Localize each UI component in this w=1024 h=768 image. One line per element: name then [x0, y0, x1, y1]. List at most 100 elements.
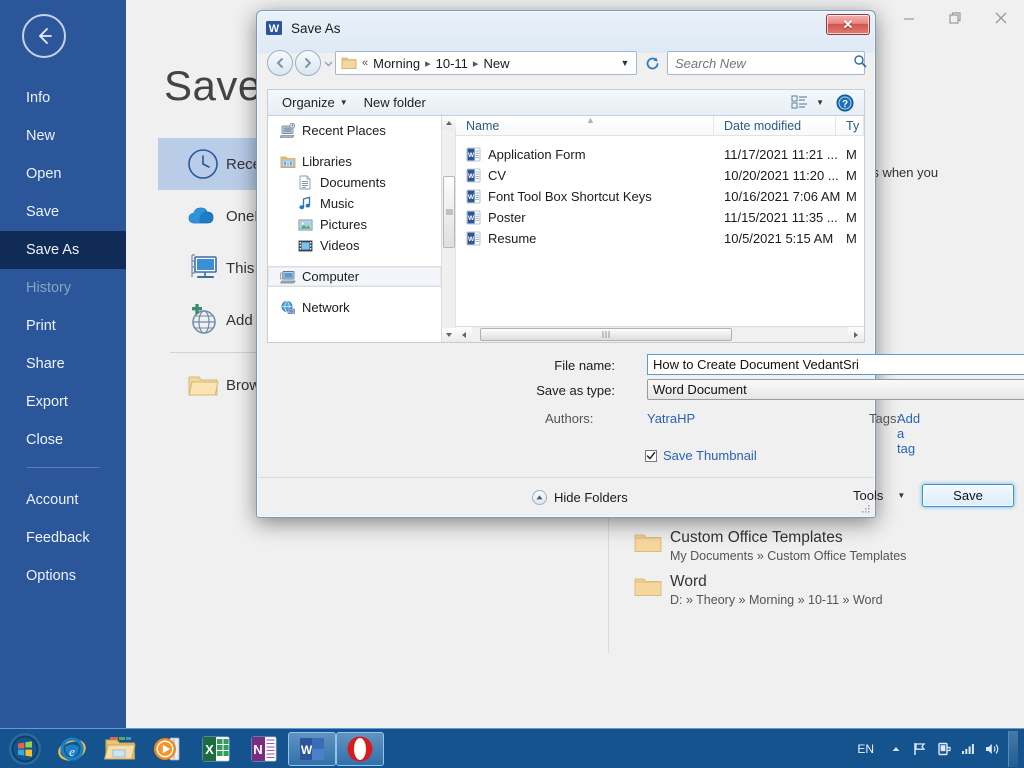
search-input[interactable] — [675, 55, 853, 71]
table-row[interactable]: W Font Tool Box Shortcut Keys 10/16/2021… — [456, 186, 864, 207]
close-button[interactable] — [978, 3, 1024, 33]
nav-item-pictures[interactable]: Pictures — [268, 214, 441, 235]
word-doc-icon: W — [466, 189, 488, 204]
media-player-icon[interactable] — [144, 730, 192, 768]
power-icon[interactable] — [932, 734, 956, 764]
scroll-right-arrow[interactable] — [848, 327, 864, 342]
chevron-down-icon[interactable] — [321, 59, 335, 68]
file-name-input[interactable] — [653, 357, 1024, 372]
svg-text:W: W — [468, 152, 475, 159]
chevron-up-icon[interactable] — [884, 734, 908, 764]
refresh-icon[interactable] — [641, 51, 663, 75]
close-icon[interactable]: ✕ — [826, 14, 870, 35]
network-icon[interactable] — [956, 734, 980, 764]
save-thumbnail-checkbox[interactable]: Save Thumbnail — [645, 448, 757, 463]
authors-value[interactable]: YatraHP — [647, 411, 695, 426]
save-as-type-select[interactable]: Word Document ▼ — [647, 379, 1024, 400]
folder-icon — [180, 371, 226, 399]
backstage-item-open[interactable]: Open — [0, 155, 126, 193]
file-explorer-icon[interactable] — [96, 730, 144, 768]
forward-arrow-icon[interactable] — [295, 50, 321, 76]
backstage-item-save-as[interactable]: Save As — [0, 231, 126, 269]
nav-item-documents[interactable]: Documents — [268, 172, 441, 193]
column-name[interactable]: Name — [456, 116, 714, 135]
nav-item-videos[interactable]: Videos — [268, 235, 441, 256]
show-desktop-button[interactable] — [1008, 730, 1018, 767]
file-name: CV — [488, 168, 507, 183]
table-row[interactable]: W CV 10/20/2021 11:20 ... M — [456, 165, 864, 186]
internet-explorer-icon[interactable]: e — [48, 730, 96, 768]
backstage-item-close[interactable]: Close — [0, 421, 126, 459]
file-name-field[interactable]: ▼ — [647, 354, 1024, 375]
minimize-button[interactable] — [886, 3, 932, 33]
nav-item-libraries[interactable]: Libraries — [268, 151, 441, 172]
view-layout-icon[interactable] — [791, 95, 808, 110]
search-icon[interactable] — [853, 54, 867, 73]
scroll-left-arrow[interactable] — [456, 327, 472, 342]
back-arrow-icon[interactable] — [267, 50, 293, 76]
breadcrumb-10-11[interactable]: 10-11 — [433, 56, 471, 71]
breadcrumb-new[interactable]: New — [480, 56, 512, 71]
column-type[interactable]: Ty — [836, 116, 864, 135]
table-row[interactable]: W Poster 11/15/2021 11:35 ... M — [456, 207, 864, 228]
volume-icon[interactable] — [980, 734, 1004, 764]
chevron-down-icon[interactable]: ▼ — [617, 58, 633, 68]
nav-item-network[interactable]: Network — [268, 297, 441, 318]
backstage-item-print[interactable]: Print — [0, 307, 126, 345]
nav-item-recent-places[interactable]: Recent Places — [268, 120, 441, 141]
help-icon[interactable]: ? — [836, 94, 854, 112]
checkbox-box[interactable] — [645, 449, 657, 462]
breadcrumb-morning[interactable]: Morning — [370, 56, 423, 71]
backstage-item-options[interactable]: Options — [0, 557, 126, 595]
back-arrow-icon[interactable] — [22, 14, 66, 58]
nav-item-computer[interactable]: Computer — [268, 266, 441, 287]
horizontal-scrollbar[interactable] — [456, 326, 864, 342]
word-window-controls — [864, 0, 1024, 36]
tags-value[interactable]: Add a tag — [897, 411, 920, 456]
dialog-titlebar[interactable]: W Save As ✕ — [257, 11, 875, 45]
address-bar[interactable]: « Morning ▸ 10-11 ▸ New ▼ — [335, 51, 637, 75]
menu-label: Save — [26, 204, 60, 220]
flag-icon[interactable] — [908, 734, 932, 764]
backstage-item-account[interactable]: Account — [0, 481, 126, 519]
language-indicator[interactable]: EN — [847, 742, 884, 756]
navigation-scrollbar[interactable] — [441, 116, 456, 342]
svg-text:?: ? — [842, 99, 848, 110]
nav-item-music[interactable]: Music — [268, 193, 441, 214]
excel-icon[interactable]: X — [192, 730, 240, 768]
chevron-down-icon[interactable]: ▼ — [816, 98, 824, 107]
backstage-item-info[interactable]: Info — [0, 79, 126, 117]
dialog-toolbar: Organize ▼ New folder ▼ ? — [267, 89, 865, 115]
backstage-item-new[interactable]: New — [0, 117, 126, 155]
file-date: 10/16/2021 7:06 AM — [724, 189, 841, 204]
backstage-item-feedback[interactable]: Feedback — [0, 519, 126, 557]
table-row[interactable]: W Resume 10/5/2021 5:15 AM M — [456, 228, 864, 249]
new-folder-button[interactable]: New folder — [356, 95, 434, 110]
search-box[interactable] — [667, 51, 867, 75]
scroll-down-arrow[interactable] — [442, 328, 456, 342]
resize-grip[interactable] — [859, 502, 871, 514]
nav-label: Videos — [320, 238, 360, 253]
backstage-item-export[interactable]: Export — [0, 383, 126, 421]
table-row[interactable]: W Application Form 11/17/2021 11:21 ... … — [456, 144, 864, 165]
recent-folder-row[interactable]: Word D: » Theory » Morning » 10-11 » Wor… — [634, 572, 883, 609]
save-button[interactable]: Save — [922, 484, 1014, 507]
tools-button[interactable]: Tools ▼ — [853, 488, 905, 503]
scroll-up-arrow[interactable] — [442, 116, 456, 130]
opera-icon[interactable] — [336, 731, 384, 766]
column-date-modified[interactable]: Date modified — [714, 116, 836, 135]
restore-button[interactable] — [932, 3, 978, 33]
organize-button[interactable]: Organize ▼ — [274, 95, 356, 110]
word-icon[interactable]: W — [288, 731, 336, 766]
hide-folders-button[interactable]: Hide Folders — [532, 490, 628, 505]
recent-folder-row[interactable]: Custom Office Templates My Documents » C… — [634, 528, 906, 565]
scrollbar-track[interactable] — [472, 327, 848, 342]
backstage-item-share[interactable]: Share — [0, 345, 126, 383]
scrollbar-thumb[interactable] — [443, 176, 455, 248]
windows-start-orb[interactable] — [2, 730, 48, 768]
taskbar: e X N W EN — [0, 728, 1024, 768]
scrollbar-thumb[interactable] — [480, 328, 732, 341]
backstage-item-save[interactable]: Save — [0, 193, 126, 231]
onenote-icon[interactable]: N — [240, 730, 288, 768]
svg-text:W: W — [468, 173, 475, 180]
